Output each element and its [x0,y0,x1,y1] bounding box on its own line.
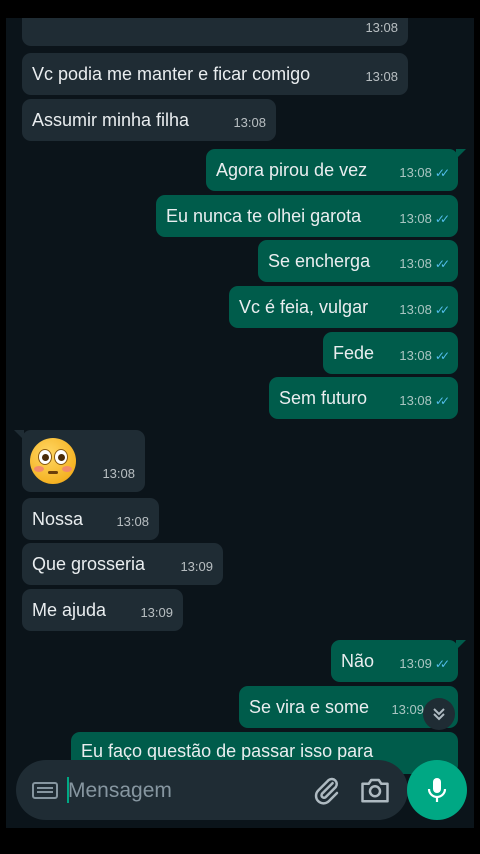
message-outgoing[interactable]: Agora pirou de vez 13:08 ✓✓ [206,149,466,191]
read-ticks-icon: ✓✓ [434,657,450,671]
message-time: 13:08 [102,466,135,481]
message-outgoing[interactable]: Vc é feia, vulgar 13:08 ✓✓ [229,286,458,328]
message-time: 13:08 ✓✓ [399,345,450,367]
message-text: Se encherga [268,251,371,271]
read-ticks-icon: ✓✓ [434,303,450,317]
message-time: 13:09 [391,702,424,717]
message-text: Vc é feia, vulgar [239,297,369,317]
message-outgoing[interactable]: Fede 13:08 ✓✓ [323,332,458,374]
message-text: Eu nunca te olhei garota [166,206,362,226]
message-time: 13:08 ✓✓ [399,253,450,275]
message-text: Agora pirou de vez [216,160,368,180]
message-text: Que grosseria [32,554,146,574]
keyboard-icon[interactable] [32,782,58,799]
message-time: 13:08 [365,20,398,35]
message-time: 13:09 ✓✓ [399,653,450,675]
message-time: 13:09 [180,559,213,574]
message-time: 13:09 [140,605,173,620]
message-text: Não [341,651,375,671]
message-outgoing[interactable]: Eu nunca te olhei garota 13:08 ✓✓ [156,195,458,237]
message-time: 13:08 ✓✓ [399,162,450,184]
message-text: Sem futuro [279,388,368,408]
message-outgoing[interactable]: Não 13:09 ✓✓ [331,640,466,682]
message-time: 13:08 ✓✓ [399,208,450,230]
camera-icon[interactable] [360,776,390,804]
message-text: Nossa [32,509,84,529]
message-time: 13:08 ✓✓ [399,390,450,412]
flushed-face-icon [30,438,76,484]
message-composer[interactable]: Mensagem [16,760,408,820]
chat-screen: 13:08 Vc podia me manter e ficar comigo … [6,18,474,828]
bubble-tail [456,640,466,650]
message-text: Eu faço questão de passar isso para [81,741,374,761]
double-chevron-down-icon [433,708,445,721]
message-incoming[interactable]: Me ajuda 13:09 [22,589,183,631]
message-time: 13:08 [233,115,266,130]
message-incoming[interactable]: Assumir minha filha 13:08 [22,99,276,141]
message-time: 13:08 [365,69,398,84]
message-incoming[interactable]: 13:08 [22,18,408,46]
message-text: Vc podia me manter e ficar comigo [32,64,311,84]
read-ticks-icon: ✓✓ [434,212,450,226]
message-incoming[interactable]: Nossa 13:08 [22,498,159,540]
voice-message-button[interactable] [407,760,467,820]
bubble-tail [14,430,24,440]
message-incoming[interactable]: Que grosseria 13:09 [22,543,223,585]
message-incoming[interactable]: Vc podia me manter e ficar comigo 13:08 [22,53,408,95]
scroll-to-bottom-button[interactable] [423,698,455,730]
paperclip-icon[interactable] [312,774,342,806]
read-ticks-icon: ✓✓ [434,257,450,271]
bubble-tail [456,149,466,159]
message-text: Fede [333,343,375,363]
message-time: 13:08 ✓✓ [399,299,450,321]
message-incoming-emoji[interactable]: 13:08 [14,430,145,492]
message-outgoing[interactable]: Sem futuro 13:08 ✓✓ [269,377,458,419]
message-time: 13:08 [116,514,149,529]
message-input[interactable]: Mensagem [68,779,172,803]
message-text: Me ajuda [32,600,107,620]
read-ticks-icon: ✓✓ [434,394,450,408]
message-outgoing[interactable]: Se encherga 13:08 ✓✓ [258,240,458,282]
read-ticks-icon: ✓✓ [434,166,450,180]
read-ticks-icon: ✓✓ [434,349,450,363]
message-text: Se vira e some [249,697,370,717]
message-text: Assumir minha filha [32,110,190,130]
microphone-icon [427,778,447,802]
